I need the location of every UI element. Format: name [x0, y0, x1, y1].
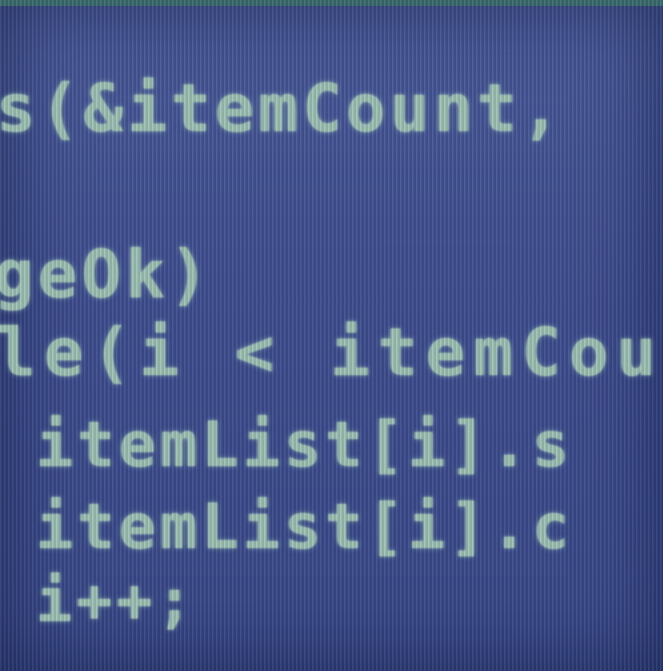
code-line-1: s(&itemCount, — [0, 70, 565, 147]
code-line-4: itemList[i].s — [36, 408, 574, 481]
code-line-5: itemList[i].c — [36, 490, 574, 563]
code-line-3: le(i < itemCou — [0, 314, 663, 391]
monitor-screen: s(&itemCount, geOk) le(i < itemCou itemL… — [0, 0, 663, 671]
screen-top-edge — [0, 0, 663, 6]
code-line-2: geOk) — [0, 236, 213, 313]
code-line-6: i++; — [36, 566, 197, 636]
